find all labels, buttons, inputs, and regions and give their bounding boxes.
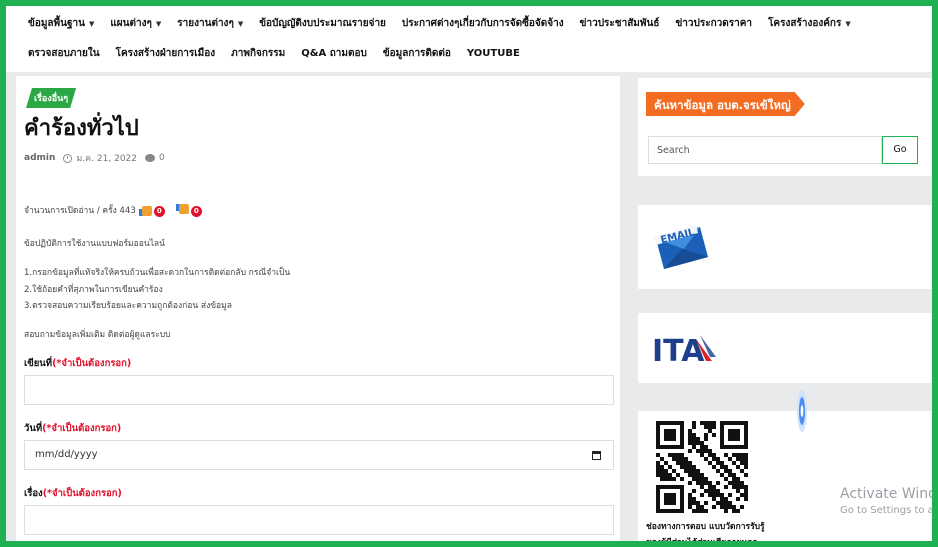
nav-item-p7[interactable]: โครงสร้างองค์กร ▼ <box>760 16 859 31</box>
form-intro: ข้อปฏิบัติการใช้งานแบบฟอร์มออนไลน์ <box>24 239 165 249</box>
rule-2: 2.ใช้ถ้อยคำที่สุภาพในการเขียนคำร้อง <box>24 285 163 295</box>
chevron-down-icon: ▼ <box>155 19 162 28</box>
ita-widget[interactable]: ITA <box>638 313 932 383</box>
thumbs-down-icon[interactable] <box>175 203 193 217</box>
floating-orb-icon[interactable] <box>796 388 808 434</box>
nav-item-s5[interactable]: YOUTUBE <box>459 48 528 59</box>
date-label: วันที่(*จำเป็นต้องกรอก) <box>24 423 122 434</box>
nav-item-s3[interactable]: Q&A ถามตอบ <box>293 46 375 61</box>
nav-item-s4[interactable]: ข้อมูลการติดต่อ <box>375 46 459 61</box>
chevron-down-icon: ▼ <box>845 19 851 28</box>
nav-item-p4[interactable]: ประกาศต่างๆเกี่ยวกับการจัดซื้อจัดจ้าง <box>394 16 572 31</box>
nav-item-s2[interactable]: ภาพกิจกรรม <box>223 46 293 61</box>
qr-widget: ช่องทางการตอบ แบบวัดการรับรู้ ของผู้มีส่… <box>638 411 932 547</box>
top-navigation: ข้อมูลพื้นฐาน ▼ แผนต่างๆ ▼ รายงานต่างๆ ▼ ข้อบั… <box>6 6 932 72</box>
nav-item-s0[interactable]: ตรวจสอบภายใน <box>20 46 108 61</box>
search-input[interactable]: Search <box>648 136 882 164</box>
nav-item-p2[interactable]: รายงานต่างๆ ▼ <box>169 16 251 31</box>
article-main: เรื่องอื่นๆ คำร้องทั่วไป admin ม.ค. 21, … <box>16 76 620 541</box>
qr-code-icon[interactable] <box>656 421 748 513</box>
views-and-reactions: จำนวนการเปิดอ่าน / ครั้ง 443 0 0 <box>24 202 202 217</box>
category-tag[interactable]: เรื่องอื่นๆ <box>26 88 76 108</box>
email-icon[interactable]: EMAIL <box>648 217 714 273</box>
thumbs-up-icon[interactable] <box>138 203 156 217</box>
subject-label: เรื่อง(*จำเป็นต้องกรอก) <box>24 488 122 499</box>
chevron-down-icon: ▼ <box>237 19 244 28</box>
qr-caption-2: ของผู้มีส่วนได้ส่วนเสียภายนอก <box>646 538 758 547</box>
writer-label: เขียนที่(*จำเป็นต้องกรอก) <box>24 358 132 369</box>
search-widget: ค้นหาข้อมูล อบต.จรเข้ใหญ่ Search Go <box>638 78 932 176</box>
chevron-down-icon: ▼ <box>88 19 95 28</box>
nav-row-secondary: ตรวจสอบภายใน โครงสร้างฝ่ายการเมือง ภาพกิจก… <box>20 42 528 64</box>
search-go-button[interactable]: Go <box>882 136 918 164</box>
nav-item-p0[interactable]: ข้อมูลพื้นฐาน ▼ <box>20 16 102 31</box>
email-widget[interactable]: EMAIL <box>638 205 932 289</box>
browser-frame: ข้อมูลพื้นฐาน ▼ แผนต่างๆ ▼ รายงานต่างๆ ▼ ข้อบั… <box>0 0 938 547</box>
nav-item-s1[interactable]: โครงสร้างฝ่ายการเมือง <box>108 46 224 61</box>
clock-icon <box>63 153 73 163</box>
ita-logo-text: ITA <box>652 334 705 365</box>
author-link[interactable]: admin <box>24 153 55 163</box>
comment-icon <box>145 154 156 162</box>
date-input[interactable]: mm/dd/yyyy <box>24 440 614 470</box>
nav-item-p6[interactable]: ข่าวประกวดราคา <box>667 16 760 31</box>
rule-3: 3.ตรวจสอบความเรียบร้อยและความถูกต้องก่อน… <box>24 301 232 311</box>
rule-1: 1.กรอกข้อมูลที่แท้จริงให้ครบถ้วนเพื่อสะด… <box>24 268 291 278</box>
comment-count[interactable]: 0 <box>159 153 165 163</box>
nav-item-p5[interactable]: ข่าวประชาสัมพันธ์ <box>572 16 668 31</box>
page-title: คำร้องทั่วไป <box>24 116 139 141</box>
activation-watermark-subtitle: Go to Settings to ac <box>840 505 938 516</box>
calendar-icon[interactable] <box>592 451 601 460</box>
qr-caption-1: ช่องทางการตอบ แบบวัดการรับรู้ <box>646 522 765 532</box>
nav-row-primary: ข้อมูลพื้นฐาน ▼ แผนต่างๆ ▼ รายงานต่างๆ ▼ ข้อบั… <box>20 12 859 34</box>
post-meta: admin ม.ค. 21, 2022 0 <box>24 151 165 165</box>
contact-note: สอบถามข้อมูลเพิ่มเติม ติดต่อผู้ดูแลระบบ <box>24 330 171 340</box>
nav-item-p3[interactable]: ข้อบัญญัติงบประมาณรายจ่าย <box>251 16 394 31</box>
ita-logo-icon[interactable]: ITA <box>652 331 722 365</box>
search-widget-title: ค้นหาข้อมูล อบต.จรเข้ใหญ่ <box>646 92 805 116</box>
subject-input[interactable] <box>24 505 614 535</box>
nav-item-p1[interactable]: แผนต่างๆ ▼ <box>102 16 169 31</box>
activation-watermark-title: Activate Windo <box>840 486 938 502</box>
post-date: ม.ค. 21, 2022 <box>76 154 138 164</box>
view-count-text: จำนวนการเปิดอ่าน / ครั้ง 443 <box>24 205 136 216</box>
writer-input[interactable] <box>24 375 614 405</box>
